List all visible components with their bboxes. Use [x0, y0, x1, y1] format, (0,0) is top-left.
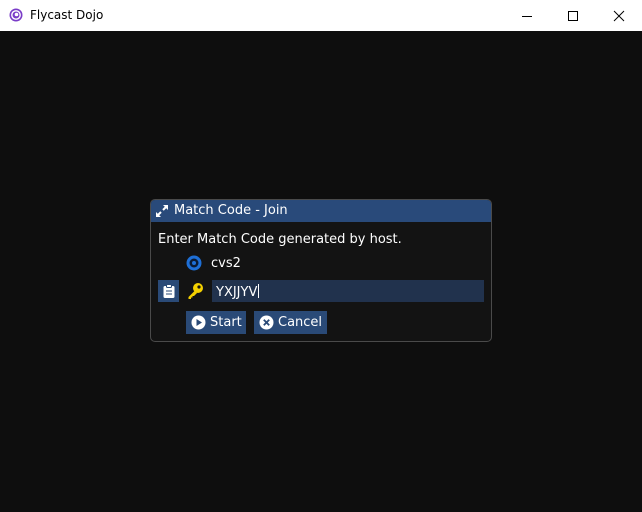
- window-title: Flycast Dojo: [30, 8, 104, 22]
- start-label: Start: [210, 314, 242, 330]
- title-bar[interactable]: Flycast Dojo: [0, 0, 642, 31]
- clipboard-icon: [163, 284, 174, 298]
- match-code-text: YXJJYV: [216, 285, 258, 300]
- cancel-label: Cancel: [278, 314, 323, 330]
- close-circle-icon: [259, 315, 274, 330]
- disc-icon: [186, 255, 202, 271]
- play-icon: [191, 315, 206, 330]
- flycast-logo-icon: [9, 8, 23, 22]
- dialog-header[interactable]: Match Code - Join: [151, 200, 491, 222]
- key-icon: [188, 283, 203, 299]
- cancel-button[interactable]: Cancel: [254, 311, 327, 334]
- match-code-value[interactable]: YXJJYV: [216, 284, 260, 301]
- maximize-icon: [568, 10, 578, 21]
- close-window-button[interactable]: [596, 0, 642, 31]
- start-button[interactable]: Start: [186, 311, 246, 334]
- instruction-text: Enter Match Code generated by host.: [158, 232, 402, 247]
- app-window: Flycast Dojo Match Code - Join Enter Mat…: [0, 0, 642, 512]
- dialog-title: Match Code - Join: [174, 203, 288, 218]
- expand-arrows-icon[interactable]: [154, 203, 170, 219]
- game-name: cvs2: [211, 256, 241, 271]
- match-code-dialog: Match Code - Join Enter Match Code gener…: [150, 199, 492, 342]
- minimize-button[interactable]: [504, 0, 550, 31]
- minimize-icon: [522, 15, 532, 17]
- close-icon: [613, 10, 625, 21]
- maximize-button[interactable]: [550, 0, 596, 31]
- paste-button[interactable]: [158, 280, 179, 302]
- text-caret: [258, 284, 260, 298]
